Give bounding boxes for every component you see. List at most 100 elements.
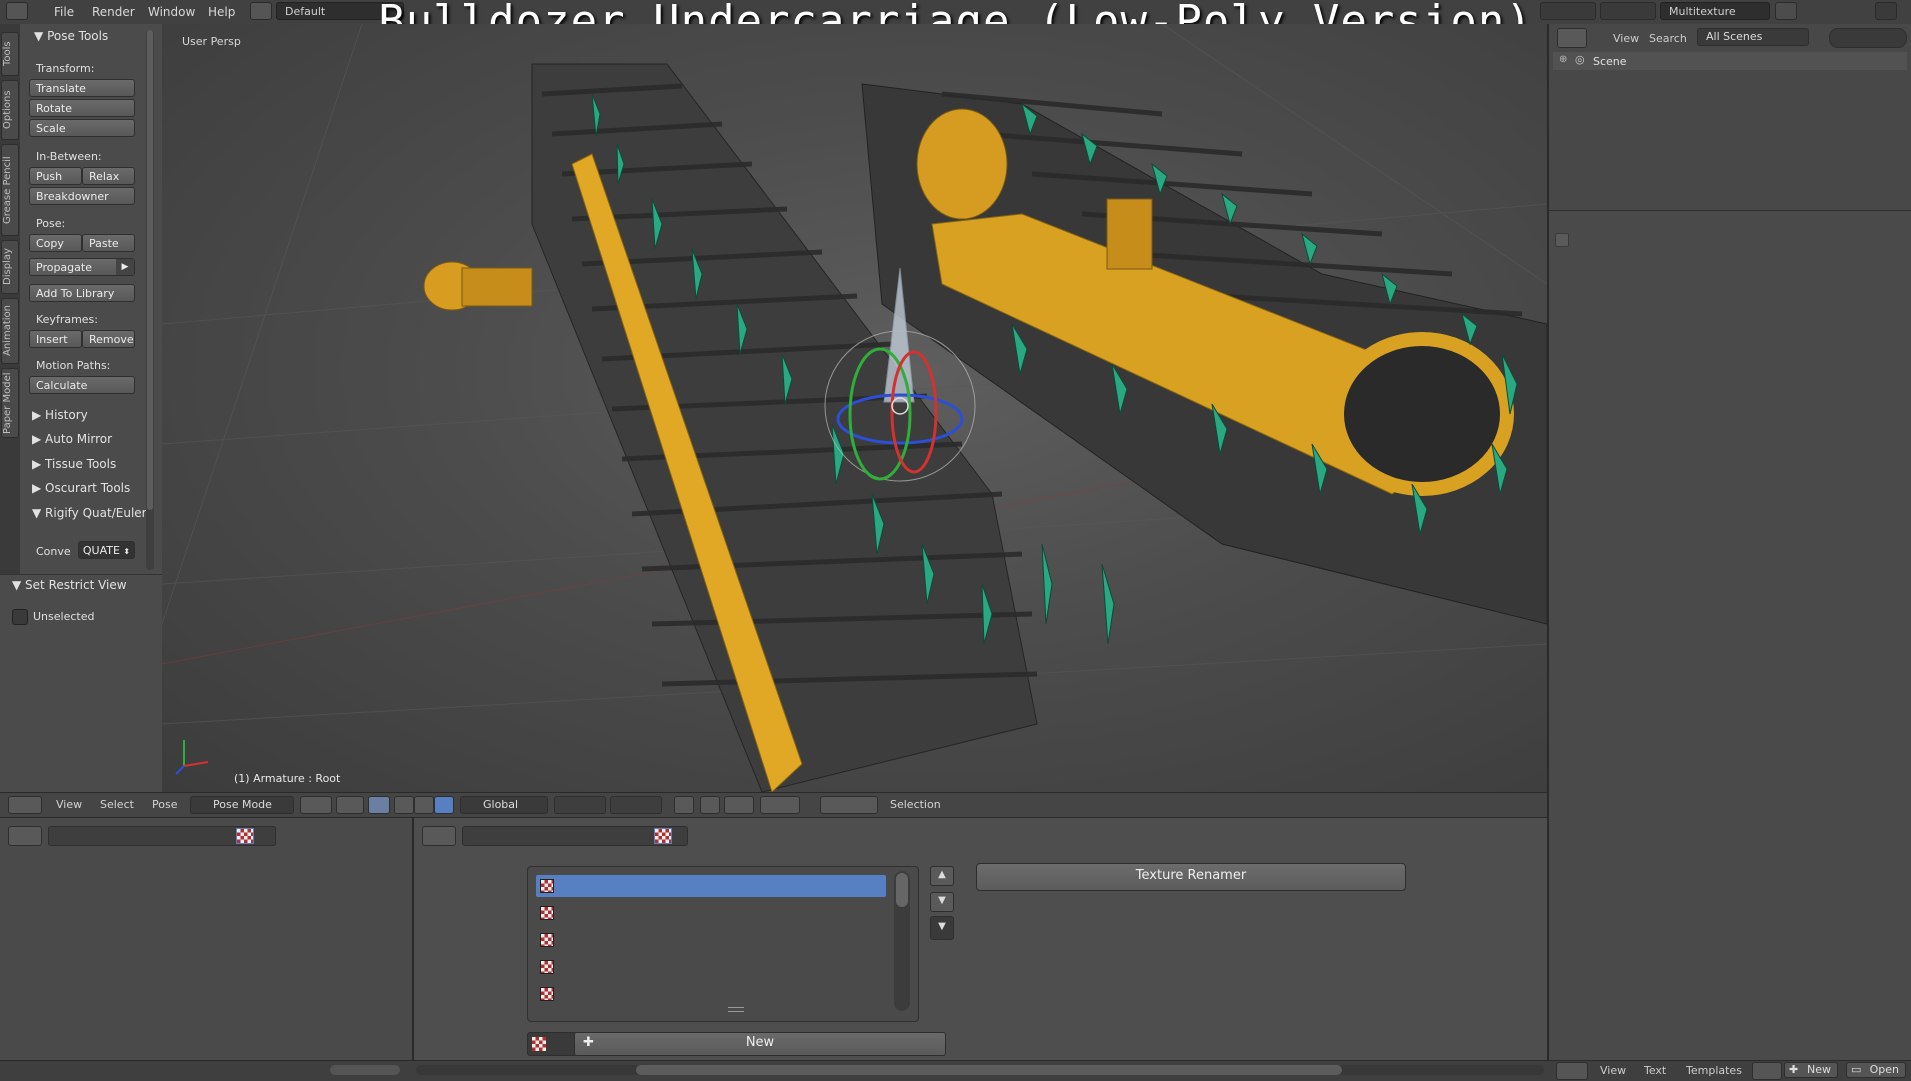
- pivot-dropdown[interactable]: [336, 796, 364, 814]
- mode-dropdown[interactable]: Pose Mode: [190, 796, 294, 814]
- outliner-search-menu[interactable]: Search: [1649, 32, 1687, 45]
- tab-options[interactable]: Options: [1, 80, 19, 140]
- outliner-scene-row[interactable]: ⊕ ◎ Scene: [1553, 52, 1907, 70]
- bl-horizontal-scrollbar[interactable]: [330, 1065, 400, 1075]
- bm-horizontal-scrollbar-track[interactable]: [416, 1065, 1544, 1075]
- expand-icon[interactable]: ⊕: [1559, 54, 1567, 65]
- texture-slot-3[interactable]: [536, 929, 886, 951]
- tab-display[interactable]: Display: [1, 240, 19, 294]
- tab-grease-pencil[interactable]: Grease Pencil: [1, 144, 19, 236]
- restrict-view-header[interactable]: ▼ Set Restrict View: [12, 578, 127, 592]
- tissue-tools-title: Tissue Tools: [45, 457, 117, 471]
- lock-icon[interactable]: [674, 796, 694, 814]
- editor-type-button-bm[interactable]: [422, 826, 456, 846]
- propagate-label: Propagate: [36, 261, 92, 274]
- auto-mirror-panel-header[interactable]: ▶ Auto Mirror: [32, 432, 112, 446]
- paste-pose-button[interactable]: Paste: [82, 234, 135, 252]
- rotate-button[interactable]: Rotate: [29, 99, 135, 117]
- breakdowner-button[interactable]: Breakdowner: [29, 187, 135, 205]
- render-buttons[interactable]: [820, 796, 878, 814]
- shading-dropdown[interactable]: [300, 796, 332, 814]
- display-mode-dropdown[interactable]: All Scenes: [1697, 28, 1809, 46]
- convert-mode-dropdown[interactable]: QUATE ⬍: [78, 541, 135, 559]
- translate-button[interactable]: Translate: [29, 79, 135, 97]
- unselected-checkbox[interactable]: [12, 609, 28, 625]
- texture-renamer-button[interactable]: Texture Renamer: [976, 863, 1406, 891]
- editor-type-button-bl[interactable]: [8, 826, 42, 846]
- new-text-button[interactable]: ✚ New: [1784, 1062, 1838, 1078]
- texture-slot-2[interactable]: [536, 902, 886, 924]
- layers-grid-2[interactable]: [610, 796, 662, 814]
- oscurart-tools-panel-header[interactable]: ▶ Oscurart Tools: [32, 481, 130, 495]
- text-editor[interactable]: [1547, 210, 1911, 1061]
- pose-menu[interactable]: Pose: [152, 798, 177, 811]
- push-button[interactable]: Push: [29, 167, 82, 185]
- rotate-manipulator-icon[interactable]: [414, 796, 434, 814]
- insert-keyframe-button[interactable]: Insert: [29, 330, 82, 348]
- toolshelf-scrollbar-thumb[interactable]: [147, 30, 153, 510]
- 3d-viewport[interactable]: User Persp (1) Armature: Root: [162, 24, 1547, 792]
- slot-list-scroll-thumb[interactable]: [896, 873, 908, 907]
- bottom-header-bar: View Text Templates ✚ New ▭ Open: [0, 1060, 1911, 1081]
- text-view-menu[interactable]: View: [1600, 1064, 1626, 1077]
- move-slot-down-button[interactable]: ▼: [930, 892, 954, 912]
- tab-animation[interactable]: Animation: [1, 298, 19, 364]
- outliner-search-input[interactable]: [1829, 28, 1907, 48]
- tissue-tools-panel-header[interactable]: ▶ Tissue Tools: [32, 457, 116, 471]
- templates-menu[interactable]: Templates: [1686, 1064, 1742, 1077]
- tab-tools[interactable]: Tools: [1, 32, 19, 76]
- slot-list-scrollbar[interactable]: [894, 871, 910, 1011]
- manipulator-toggle[interactable]: [368, 796, 390, 814]
- sidebar-toggle-icon[interactable]: [1555, 233, 1569, 247]
- text-editor-type-button[interactable]: [1556, 1062, 1588, 1080]
- keyframes-label: Keyframes:: [36, 313, 98, 326]
- open-text-button[interactable]: ▭ Open: [1846, 1062, 1906, 1078]
- slot-specials-button[interactable]: ▼: [930, 916, 954, 940]
- pose-tools-panel-header[interactable]: ▼ Pose Tools: [34, 29, 108, 43]
- auto-mirror-title: Auto Mirror: [45, 432, 113, 446]
- rigify-title: Rigify Quat/Euler: [45, 506, 147, 520]
- select-menu[interactable]: Select: [100, 798, 134, 811]
- add-to-library-button[interactable]: Add To Library: [29, 284, 135, 302]
- scale-button[interactable]: Scale: [29, 119, 135, 137]
- history-panel-header[interactable]: ▶ History: [32, 408, 88, 422]
- rigify-panel-header[interactable]: ▼ Rigify Quat/Euler: [32, 506, 147, 520]
- layers-grid-1[interactable]: [554, 796, 606, 814]
- outliner-editor-type[interactable]: [1557, 28, 1587, 48]
- texture-slot-list[interactable]: [527, 866, 919, 1022]
- convert-label: Conve: [36, 545, 71, 558]
- scene-icon: ◎: [1575, 53, 1585, 66]
- texture-slot-5[interactable]: [536, 983, 886, 1005]
- copy-paste-icon[interactable]: [760, 796, 800, 814]
- unselected-label: Unselected: [33, 610, 95, 623]
- checker-texture-icon: [532, 1037, 546, 1051]
- texture-slot-4[interactable]: [536, 956, 886, 978]
- view-menu[interactable]: View: [56, 798, 82, 811]
- editor-type-button[interactable]: [8, 796, 42, 814]
- orientation-dropdown[interactable]: Global: [460, 796, 548, 814]
- texture-browse-button[interactable]: [527, 1032, 577, 1056]
- outliner-view-menu[interactable]: View: [1613, 32, 1639, 45]
- texture-tab-icon[interactable]: [236, 828, 254, 844]
- tab-paper-model[interactable]: Paper Model: [1, 368, 19, 438]
- relax-button[interactable]: Relax: [82, 167, 135, 185]
- bulldozer-undercarriage-scene[interactable]: [162, 24, 1547, 792]
- move-slot-up-button[interactable]: ▲: [930, 866, 954, 886]
- scale-manipulator-icon[interactable]: [434, 796, 454, 814]
- bm-horizontal-scrollbar-thumb[interactable]: [636, 1065, 1342, 1075]
- propagate-button[interactable]: Propagate ▶: [29, 258, 135, 276]
- translate-manipulator-icon[interactable]: [394, 796, 414, 814]
- texture-slot-1[interactable]: [536, 875, 886, 897]
- texture-tab-icon-active[interactable]: [654, 828, 672, 844]
- set-restrict-view-panel: ▼ Set Restrict View Unselected: [0, 574, 162, 795]
- remove-keyframe-button[interactable]: Remove: [82, 330, 135, 348]
- pose-lib-icon[interactable]: [700, 796, 720, 814]
- onion-icon[interactable]: [724, 796, 754, 814]
- text-menu[interactable]: Text: [1644, 1064, 1666, 1077]
- propagate-arrow-icon[interactable]: ▶: [116, 259, 134, 275]
- text-browse-button[interactable]: [1752, 1062, 1782, 1080]
- calculate-button[interactable]: Calculate: [29, 376, 135, 394]
- copy-pose-button[interactable]: Copy: [29, 234, 82, 252]
- list-resize-grip[interactable]: [728, 1007, 744, 1012]
- new-texture-button[interactable]: ✚ New: [574, 1032, 946, 1056]
